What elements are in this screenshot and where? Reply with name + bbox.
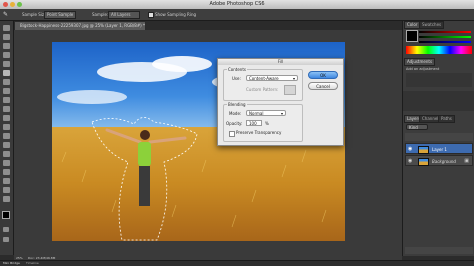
blur-tool-icon[interactable] (3, 133, 10, 139)
gradient-tool-icon[interactable] (3, 124, 10, 130)
sample-select[interactable]: All Layers (108, 11, 140, 19)
opacity-label: Opacity: (226, 121, 243, 126)
layer-thumbnail (418, 146, 429, 154)
hand-tool-icon[interactable] (3, 187, 10, 193)
options-bar: ✎ Sample Size: Point Sample Sample: All … (0, 9, 474, 21)
preserve-transparency-label: Preserve Transparency (236, 130, 282, 135)
path-select-tool-icon[interactable] (3, 169, 10, 175)
red-slider[interactable] (419, 31, 471, 33)
layer-name: Background (432, 159, 456, 164)
color-spectrum[interactable] (406, 46, 472, 54)
bottom-bar: Mini Bridge Timeline (0, 260, 474, 266)
use-label: Use: (232, 76, 241, 81)
cancel-button[interactable]: Cancel (308, 82, 338, 90)
color-foreground-swatch[interactable] (406, 30, 418, 42)
quick-mask-icon[interactable] (3, 227, 9, 232)
healing-tool-icon[interactable] (3, 79, 10, 85)
preserve-transparency-checkbox[interactable] (229, 131, 235, 137)
blending-group: Blending Mode: Normal ▾ Opacity: 100 % P… (223, 102, 303, 142)
tab-adjustments[interactable]: Adjustments (404, 58, 436, 66)
blue-slider[interactable] (419, 41, 471, 43)
tab-timeline[interactable]: Timeline (26, 261, 39, 266)
layer-filter-dropdown[interactable]: Kind (406, 124, 428, 130)
stamp-tool-icon[interactable] (3, 97, 10, 103)
document-tab-label: Bigstock-Happiness-22259307.jpg @ 25% (L… (20, 23, 146, 28)
lasso-tool-icon[interactable] (3, 43, 10, 49)
layer-row[interactable]: ◉ Layer 1 (405, 143, 473, 154)
layer-name: Layer 1 (432, 147, 447, 152)
foreground-color-swatch[interactable] (2, 211, 10, 219)
contents-label: Contents (227, 67, 247, 72)
eyedropper-icon[interactable]: ✎ (3, 9, 8, 20)
sample-size-select[interactable]: Point Sample (44, 11, 76, 19)
eraser-tool-icon[interactable] (3, 115, 10, 121)
layer-thumbnail (418, 158, 429, 166)
brush-tool-icon[interactable] (3, 88, 10, 94)
chevron-down-icon: ▾ (280, 111, 283, 116)
screen-mode-icon[interactable] (3, 237, 9, 242)
type-tool-icon[interactable] (3, 160, 10, 166)
tab-paths[interactable]: Paths (438, 115, 455, 123)
blending-label: Blending (227, 102, 247, 107)
layer-row[interactable]: ◉ Background ▣ (405, 155, 473, 166)
use-dropdown[interactable]: Content-Aware ▾ (246, 75, 298, 81)
fill-dialog: Fill Contents Use: Content-Aware ▾ Custo… (217, 58, 344, 146)
adjustment-icons[interactable] (406, 73, 472, 87)
quick-select-tool-icon[interactable] (3, 52, 10, 58)
move-tool-icon[interactable] (3, 25, 10, 31)
history-brush-tool-icon[interactable] (3, 106, 10, 112)
show-ring-checkbox[interactable] (148, 12, 154, 18)
tab-swatches[interactable]: Swatches (419, 21, 445, 29)
mode-dropdown[interactable]: Normal ▾ (246, 110, 286, 116)
green-slider[interactable] (419, 36, 471, 38)
title-bar: Adobe Photoshop CS6 (0, 0, 474, 9)
crop-tool-icon[interactable] (3, 61, 10, 67)
zoom-tool-icon[interactable] (3, 196, 10, 202)
panel-spacer (403, 91, 474, 111)
opacity-input[interactable]: 100 (246, 120, 262, 126)
add-adjustment-label: Add an adjustment (406, 67, 440, 71)
chevron-down-icon: ▾ (292, 76, 295, 81)
pen-tool-icon[interactable] (3, 151, 10, 157)
eyedropper-tool-icon[interactable] (3, 70, 10, 76)
layer-actions-bar[interactable] (405, 247, 473, 254)
sample-label: Sample: (92, 12, 109, 17)
custom-pattern-swatch (284, 85, 296, 95)
layer-options-row (405, 133, 473, 141)
mode-label: Mode: (229, 111, 242, 116)
fill-dialog-title: Fill (218, 59, 343, 65)
custom-pattern-label: Custom Pattern: (246, 87, 279, 92)
dodge-tool-icon[interactable] (3, 142, 10, 148)
app-title: Adobe Photoshop CS6 (209, 1, 265, 7)
lock-icon: ▣ (464, 158, 469, 164)
visibility-eye-icon[interactable]: ◉ (408, 146, 412, 152)
marquee-tool-icon[interactable] (3, 34, 10, 40)
tools-panel (0, 21, 14, 255)
shape-tool-icon[interactable] (3, 178, 10, 184)
right-panels: Color Swatches Adjustments Add an adjust… (402, 21, 474, 256)
tab-mini-bridge[interactable]: Mini Bridge (3, 261, 20, 266)
contents-group: Contents Use: Content-Aware ▾ Custom Pat… (223, 67, 303, 101)
visibility-eye-icon[interactable]: ◉ (408, 158, 412, 164)
ok-button[interactable]: OK (308, 71, 338, 79)
tab-color[interactable]: Color (404, 21, 421, 29)
opacity-unit: % (265, 121, 269, 126)
show-ring-label: Show Sampling Ring (155, 12, 197, 17)
